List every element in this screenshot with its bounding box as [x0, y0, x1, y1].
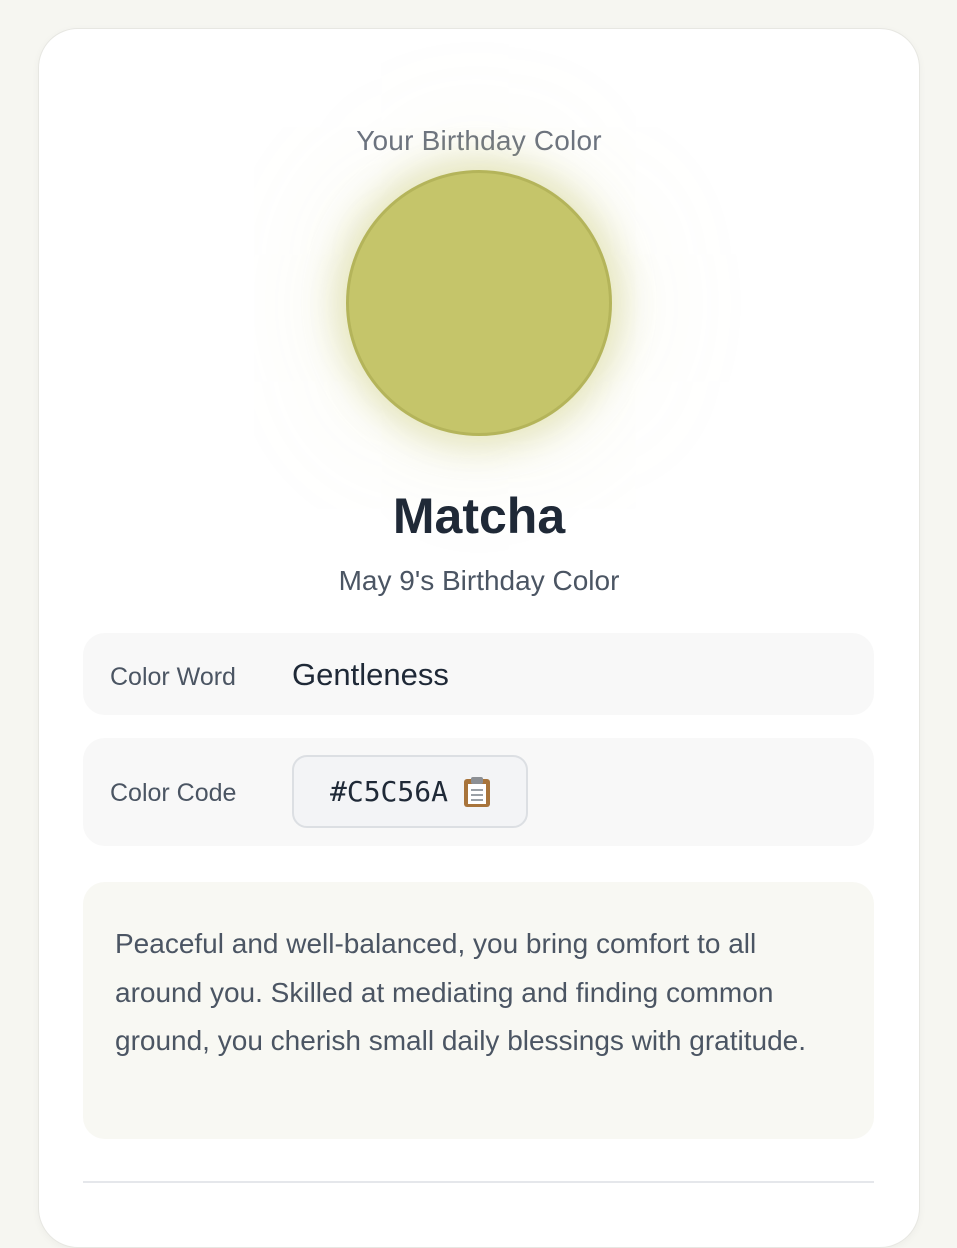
clipboard-icon	[464, 776, 490, 807]
color-word-row: Color Word Gentleness	[83, 633, 874, 715]
color-code-label: Color Code	[110, 779, 237, 807]
section-divider	[83, 1181, 874, 1183]
color-word-label: Color Word	[110, 663, 236, 691]
birthday-color-card: Your Birthday Color Matcha May 9's Birth…	[38, 28, 920, 1248]
color-word-value: Gentleness	[292, 657, 449, 692]
copy-color-code-button[interactable]: #C5C56A	[292, 755, 528, 828]
card-eyebrow: Your Birthday Color	[356, 125, 602, 156]
color-description: Peaceful and well-balanced, you bring co…	[83, 882, 874, 1139]
color-code-value: #C5C56A	[329, 775, 448, 808]
color-swatch	[346, 170, 612, 436]
color-subtitle: May 9's Birthday Color	[338, 565, 620, 596]
color-code-row: Color Code #C5C56A	[83, 738, 874, 846]
color-name: Matcha	[392, 488, 566, 544]
